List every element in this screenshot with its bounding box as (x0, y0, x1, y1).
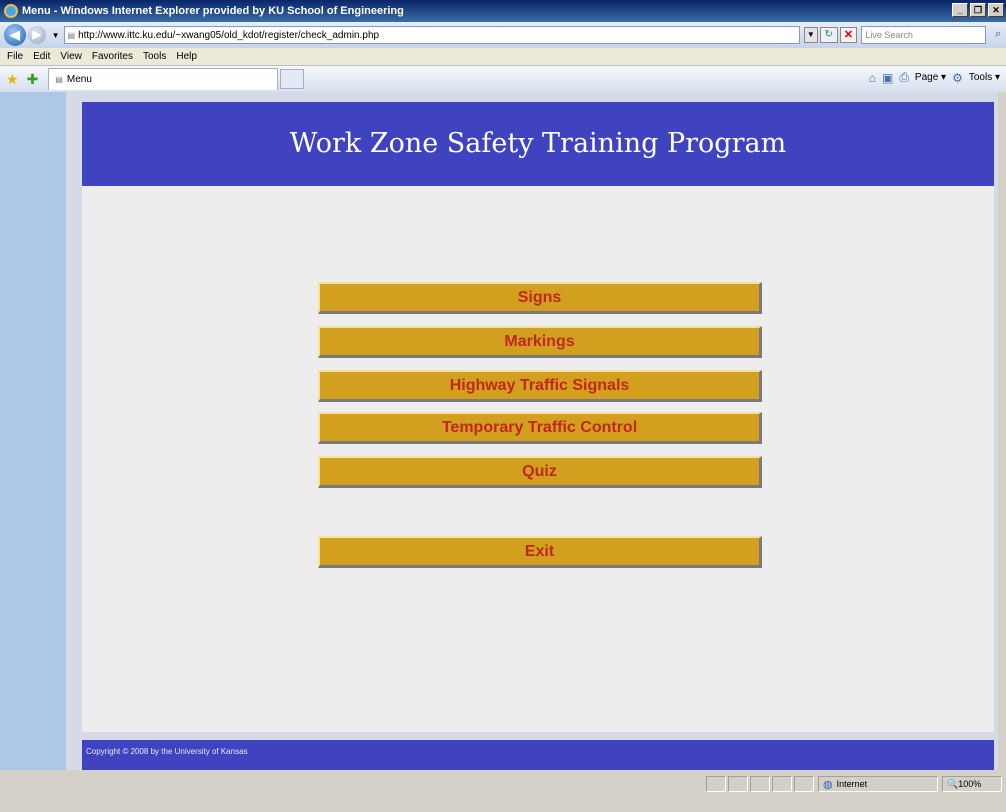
status-bar: ◍ Internet 🔍 100% (0, 770, 1006, 812)
menu-favorites[interactable]: Favorites (87, 51, 138, 62)
page-icon: ▤ (67, 30, 76, 40)
tools-menu-button[interactable]: Tools ▾ (969, 72, 1000, 83)
ie-logo-icon (4, 4, 18, 18)
add-favorites-icon[interactable]: ✚ (27, 71, 39, 88)
page-menu-button[interactable]: Page ▾ (915, 72, 946, 83)
zoom-level: 100% (958, 779, 982, 789)
status-cell (794, 776, 814, 792)
menu-tools[interactable]: Tools (138, 51, 171, 62)
signs-button[interactable]: Signs (318, 282, 762, 314)
forward-button[interactable]: ▶ (27, 26, 46, 44)
minimize-button[interactable]: _ (952, 3, 968, 17)
history-dropdown-icon[interactable]: ▼ (52, 31, 60, 40)
main-area: Signs Markings Highway Traffic Signals T… (82, 186, 994, 732)
tab-bar: ★ ✚ ▤ Menu ⌂ ▣ ⎙ Page ▾ ⚙ Tools ▾ (0, 66, 1006, 92)
feeds-icon[interactable]: ▣ (882, 71, 893, 85)
menu-help[interactable]: Help (171, 51, 202, 62)
page-footer: Copyright © 2008 by the University of Ka… (82, 740, 994, 770)
address-dropdown-button[interactable]: ▼ (803, 27, 818, 43)
menu-bar: File Edit View Favorites Tools Help (0, 48, 1006, 66)
menu-edit[interactable]: Edit (28, 51, 55, 62)
page-container: Work Zone Safety Training Program Signs … (66, 92, 998, 770)
menu-file[interactable]: File (2, 51, 28, 62)
status-cell (706, 776, 726, 792)
vertical-scrollbar[interactable] (998, 92, 1006, 770)
window-controls: _ ❐ ✕ (952, 3, 1004, 17)
command-bar: ⌂ ▣ ⎙ Page ▾ ⚙ Tools ▾ (869, 70, 1000, 85)
zoom-control[interactable]: 🔍 100% (942, 776, 1002, 792)
status-cells (706, 776, 814, 792)
close-button[interactable]: ✕ (988, 3, 1004, 17)
zoom-icon: 🔍 (947, 778, 959, 789)
stop-button[interactable]: ✕ (839, 27, 858, 43)
temporary-traffic-control-button[interactable]: Temporary Traffic Control (318, 412, 762, 444)
left-margin (0, 92, 66, 770)
status-cell (728, 776, 748, 792)
footer-copyright: Copyright © 2008 by the University of Ka… (86, 747, 248, 756)
restore-button[interactable]: ❐ (970, 3, 986, 17)
favorites-star-icon[interactable]: ★ (6, 71, 19, 88)
quiz-button[interactable]: Quiz (318, 456, 762, 488)
back-button[interactable]: ◀ (4, 24, 26, 46)
tab-menu[interactable]: ▤ Menu (48, 68, 279, 90)
menu-view[interactable]: View (55, 51, 87, 62)
tools-gear-icon: ⚙ (952, 70, 963, 85)
page-icon: ▤ (55, 75, 63, 84)
search-icon[interactable]: ⌕ (990, 27, 1006, 43)
refresh-button[interactable]: ↻ (819, 27, 838, 43)
security-zone[interactable]: ◍ Internet (818, 776, 938, 792)
home-icon[interactable]: ⌂ (869, 71, 876, 85)
zone-label: Internet (836, 779, 868, 789)
window-title-bar: Menu - Windows Internet Explorer provide… (0, 0, 1006, 22)
new-tab-button[interactable] (280, 69, 305, 89)
page-title: Work Zone Safety Training Program (289, 128, 787, 159)
search-input[interactable]: Live Search (861, 26, 987, 44)
print-icon[interactable]: ⎙ (899, 70, 909, 85)
markings-button[interactable]: Markings (318, 326, 762, 358)
status-cell (750, 776, 770, 792)
address-url: http://www.ittc.ku.edu/~xwang05/old_kdot… (78, 29, 380, 41)
tab-label: Menu (66, 74, 92, 85)
address-row: ◀ ▶ ▼ ▤ http://www.ittc.ku.edu/~xwang05/… (0, 22, 1006, 48)
window-title: Menu - Windows Internet Explorer provide… (22, 5, 404, 17)
page-header: Work Zone Safety Training Program (82, 102, 994, 186)
address-input[interactable]: ▤ http://www.ittc.ku.edu/~xwang05/old_kd… (63, 26, 800, 44)
browser-viewport: Work Zone Safety Training Program Signs … (0, 92, 1006, 770)
status-cell (772, 776, 792, 792)
exit-button[interactable]: Exit (318, 536, 762, 568)
highway-traffic-signals-button[interactable]: Highway Traffic Signals (318, 370, 762, 402)
globe-icon: ◍ (823, 778, 833, 791)
